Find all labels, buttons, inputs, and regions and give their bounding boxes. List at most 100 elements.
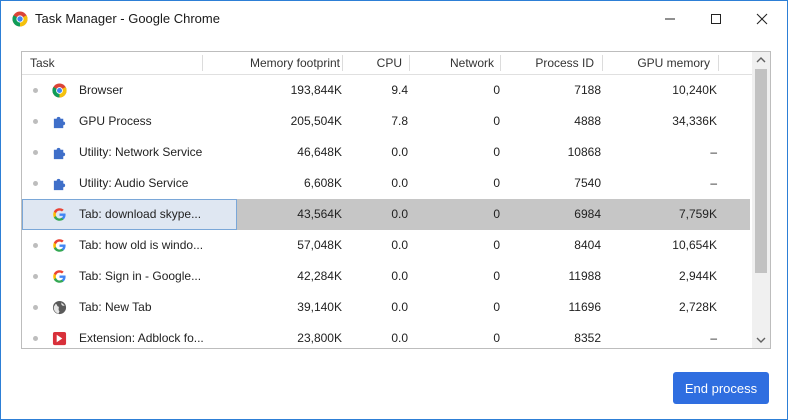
minimize-button[interactable] <box>647 1 693 37</box>
table-row-selected[interactable]: Tab: download skype... 43,564K 0.0 0 698… <box>22 199 750 230</box>
memory-footprint: 39,140K <box>297 300 342 314</box>
table-row[interactable]: Browser 193,844K 9.4 0 7188 10,240K <box>22 75 750 106</box>
maximize-icon <box>711 14 721 24</box>
task-name: Browser <box>79 83 124 97</box>
cpu-usage: 0.0 <box>391 331 408 345</box>
gpu-memory: 34,336K <box>672 114 717 128</box>
cpu-usage: 9.4 <box>391 83 408 97</box>
column-header-gpu-memory[interactable]: GPU memory <box>604 52 710 74</box>
puzzle-icon <box>53 178 66 191</box>
task-name: Tab: download skype... <box>79 207 202 221</box>
column-header-cpu[interactable]: CPU <box>344 52 402 74</box>
puzzle-icon <box>53 116 66 129</box>
scroll-down-button[interactable] <box>752 332 770 348</box>
process-id: 8404 <box>574 238 601 252</box>
scroll-up-button[interactable] <box>752 52 770 68</box>
column-header-network[interactable]: Network <box>411 52 494 74</box>
memory-footprint: 43,564K <box>297 207 342 221</box>
title-bar[interactable]: Task Manager - Google Chrome <box>1 1 787 37</box>
globe-icon <box>52 300 67 315</box>
window-title: Task Manager - Google Chrome <box>35 11 220 26</box>
network-usage: 0 <box>493 331 500 345</box>
column-divider[interactable] <box>342 55 343 71</box>
memory-footprint: 23,800K <box>297 331 342 345</box>
column-divider[interactable] <box>718 55 719 71</box>
column-divider[interactable] <box>500 55 501 71</box>
vertical-scrollbar[interactable] <box>752 52 770 348</box>
process-id: 7188 <box>574 83 601 97</box>
chevron-down-icon <box>756 337 766 343</box>
row-bullet <box>33 88 38 93</box>
column-header-process-id[interactable]: Process ID <box>502 52 594 74</box>
gpu-memory: 10,654K <box>672 238 717 252</box>
table-row[interactable]: Utility: Network Service 46,648K 0.0 0 1… <box>22 137 750 168</box>
cpu-usage: 0.0 <box>391 145 408 159</box>
row-bullet <box>33 119 38 124</box>
cpu-usage: 7.8 <box>391 114 408 128</box>
task-name: Tab: New Tab <box>79 300 152 314</box>
gpu-memory: – <box>710 331 717 345</box>
close-icon <box>756 13 768 25</box>
task-name: Tab: Sign in - Google... <box>79 269 202 283</box>
chevron-up-icon <box>756 57 766 63</box>
row-bullet <box>33 181 38 186</box>
table-row[interactable]: Extension: Adblock fo... 23,800K 0.0 0 8… <box>22 323 750 348</box>
column-divider[interactable] <box>602 55 603 71</box>
cpu-usage: 0.0 <box>391 176 408 190</box>
cpu-usage: 0.0 <box>391 269 408 283</box>
table-row[interactable]: Tab: Sign in - Google... 42,284K 0.0 0 1… <box>22 261 750 292</box>
row-bullet <box>33 274 38 279</box>
table-row[interactable]: Tab: how old is windo... 57,048K 0.0 0 8… <box>22 230 750 261</box>
task-name: Utility: Network Service <box>79 145 203 159</box>
process-id: 11696 <box>568 300 601 314</box>
network-usage: 0 <box>493 269 500 283</box>
task-name: Extension: Adblock fo... <box>79 331 204 345</box>
table-row[interactable]: Tab: New Tab 39,140K 0.0 0 11696 2,728K <box>22 292 750 323</box>
row-bullet <box>33 150 38 155</box>
process-id: 8352 <box>574 331 601 345</box>
puzzle-icon <box>53 147 66 160</box>
table-row[interactable]: GPU Process 205,504K 7.8 0 4888 34,336K <box>22 106 750 137</box>
scroll-thumb[interactable] <box>755 69 767 273</box>
column-divider[interactable] <box>409 55 410 71</box>
column-header-memory[interactable]: Memory footprint <box>204 52 340 74</box>
network-usage: 0 <box>493 300 500 314</box>
column-divider[interactable] <box>202 55 203 71</box>
google-g-icon <box>53 239 66 252</box>
gpu-memory: 2,728K <box>678 300 717 314</box>
end-process-button[interactable]: End process <box>673 372 769 404</box>
network-usage: 0 <box>493 114 500 128</box>
task-name: Utility: Audio Service <box>79 176 189 190</box>
memory-footprint: 6,608K <box>303 176 342 190</box>
gpu-memory: – <box>710 176 717 190</box>
task-manager-window: Task Manager - Google Chrome Task Memory… <box>0 0 788 420</box>
column-header-task[interactable]: Task <box>30 52 55 74</box>
table-row[interactable]: Utility: Audio Service 6,608K 0.0 0 7540… <box>22 168 750 199</box>
network-usage: 0 <box>493 238 500 252</box>
process-id: 10868 <box>567 145 601 159</box>
memory-footprint: 57,048K <box>297 238 342 252</box>
process-id: 4888 <box>574 114 601 128</box>
cpu-usage: 0.0 <box>391 238 408 252</box>
process-table: Task Memory footprint CPU Network Proces… <box>21 51 771 349</box>
table-header: Task Memory footprint CPU Network Proces… <box>22 52 770 75</box>
google-g-icon <box>53 270 66 283</box>
memory-footprint: 193,844K <box>290 83 342 97</box>
cpu-usage: 0.0 <box>391 207 408 221</box>
adblock-icon <box>52 331 67 346</box>
gpu-memory: 10,240K <box>672 83 717 97</box>
network-usage: 0 <box>493 145 500 159</box>
memory-footprint: 205,504K <box>290 114 342 128</box>
gpu-memory: 2,944K <box>678 269 717 283</box>
gpu-memory: – <box>710 145 717 159</box>
network-usage: 0 <box>493 176 500 190</box>
close-button[interactable] <box>739 1 785 37</box>
cpu-usage: 0.0 <box>391 300 408 314</box>
table-body: Browser 193,844K 9.4 0 7188 10,240K GPU … <box>22 75 750 348</box>
maximize-button[interactable] <box>693 1 739 37</box>
google-g-icon <box>53 208 66 221</box>
process-id: 11988 <box>568 269 601 283</box>
process-id: 6984 <box>574 207 601 221</box>
row-bullet <box>33 243 38 248</box>
network-usage: 0 <box>493 83 500 97</box>
